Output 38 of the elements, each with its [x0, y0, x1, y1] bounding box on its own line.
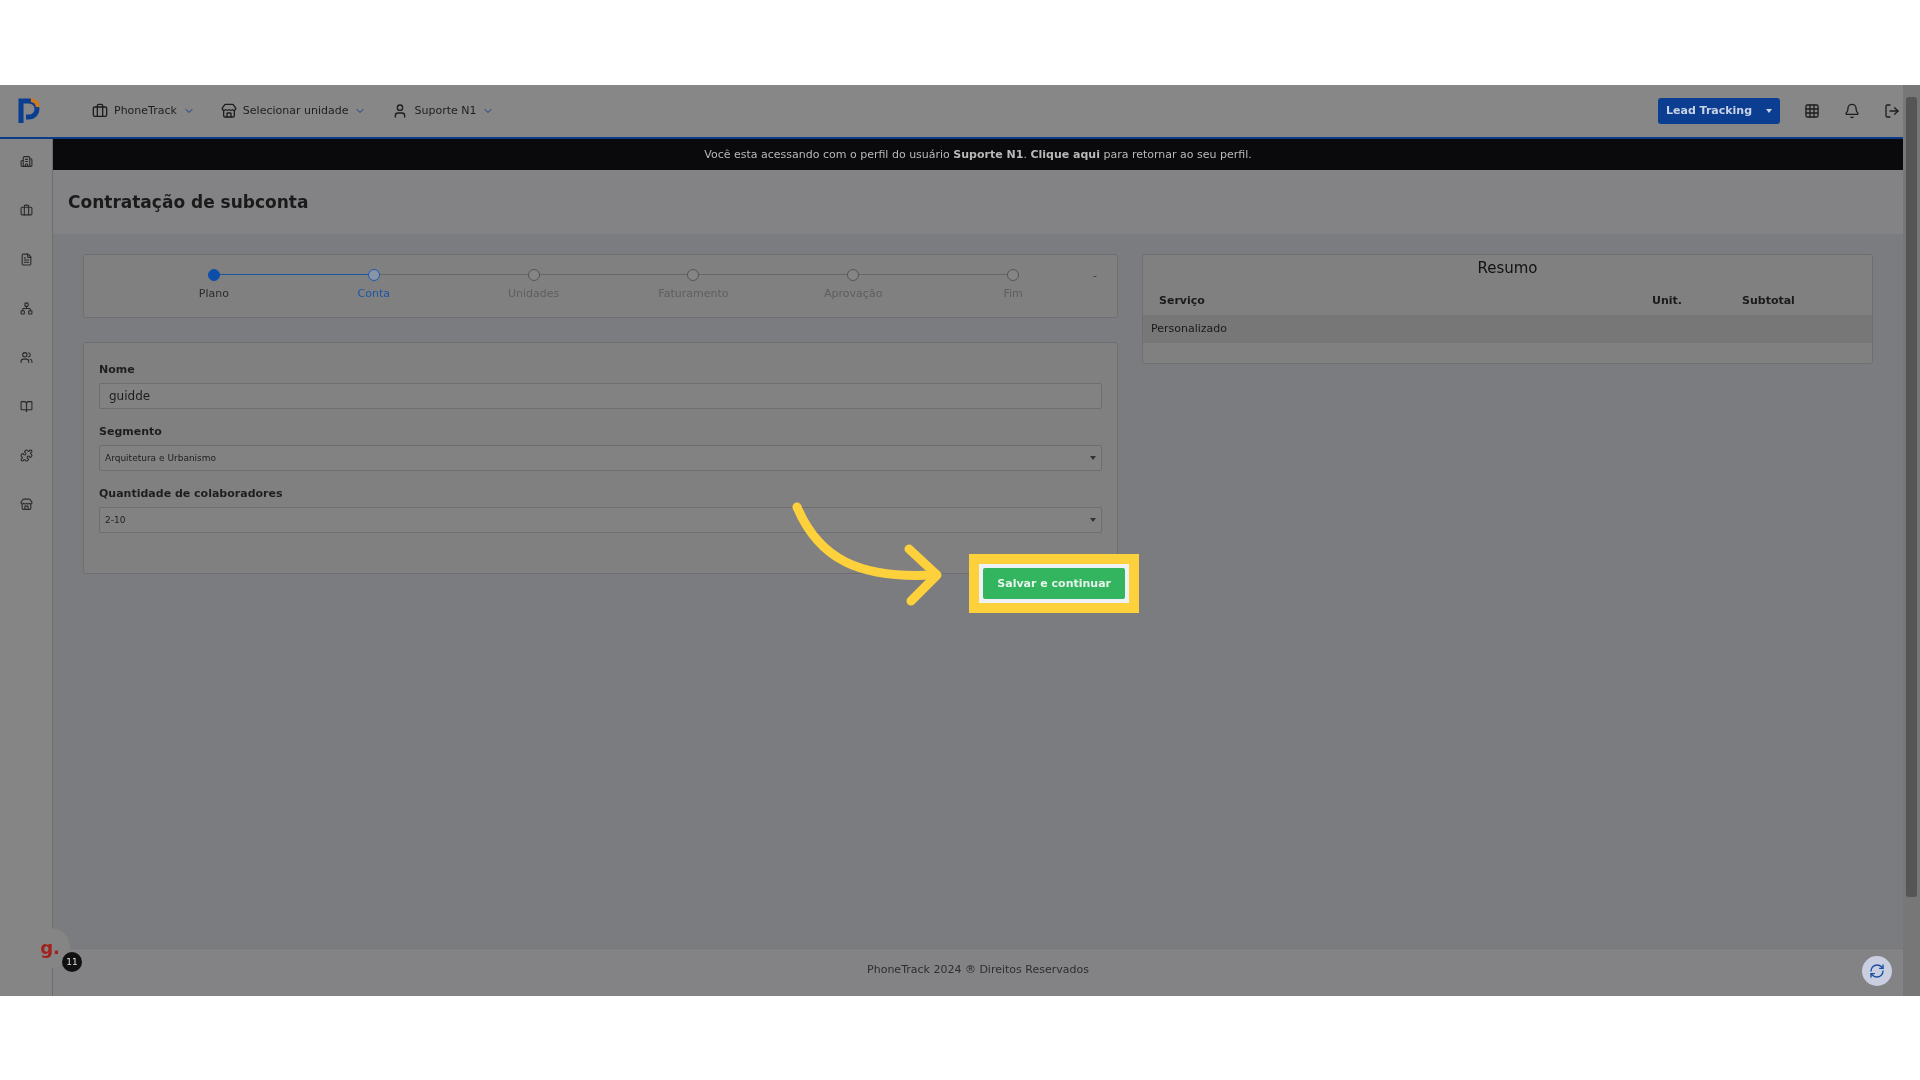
users-icon[interactable] — [19, 350, 33, 364]
select-field[interactable]: Arquitetura e Urbanismo — [99, 444, 1102, 471]
logo-icon — [18, 96, 42, 125]
book-icon[interactable] — [19, 399, 33, 413]
step-trailing-mark: - — [1093, 268, 1097, 282]
apps-grid-icon[interactable] — [1804, 102, 1820, 119]
store-icon — [220, 102, 237, 119]
puzzle-icon[interactable] — [19, 448, 33, 462]
caret-icon — [1090, 455, 1096, 460]
header-menu[interactable]: Selecionar unidade — [220, 102, 367, 119]
page-title: Contratação de subconta — [68, 191, 309, 212]
network-icon[interactable] — [19, 301, 33, 315]
column-header: Subtotal — [1741, 294, 1796, 307]
column-header: Serviço — [1158, 294, 1206, 307]
field-label: Quantidade de colaboradores — [99, 486, 284, 500]
building-icon[interactable] — [19, 154, 33, 168]
caret-icon — [1090, 517, 1096, 522]
briefcase-icon[interactable] — [19, 203, 33, 217]
store-icon[interactable] — [19, 497, 33, 511]
save-continue-button[interactable]: Salvar e continuar — [983, 567, 1125, 599]
header-menu[interactable]: Suporte N1 — [392, 102, 495, 119]
footer-text: PhoneTrack 2024 ® Direitos Reservados — [867, 962, 1089, 978]
column-header: Unit. — [1651, 294, 1683, 307]
field-label: Nome — [99, 362, 136, 376]
logout-icon[interactable] — [1884, 102, 1900, 119]
caret-icon — [1766, 108, 1772, 113]
table-cell-text: Personalizado — [1151, 322, 1229, 335]
briefcase-icon — [92, 102, 108, 119]
bell-icon[interactable] — [1844, 102, 1860, 119]
input-field[interactable]: guidde — [99, 382, 1102, 409]
header-menu[interactable]: PhoneTrack — [92, 102, 195, 119]
summary-title: Resumo — [1476, 258, 1539, 277]
product-dropdown[interactable]: Lead Tracking — [1658, 97, 1780, 124]
impersonation-banner-text: Você esta acessando com o perfil do usuário Suporte N1. Clique aqui para retornar ao seu perfil. — [704, 147, 1252, 161]
field-label: Segmento — [99, 424, 163, 438]
select-field[interactable]: 2-10 — [99, 506, 1102, 533]
file-icon[interactable] — [19, 252, 33, 266]
step-label[interactable]: Plano — [198, 286, 229, 300]
